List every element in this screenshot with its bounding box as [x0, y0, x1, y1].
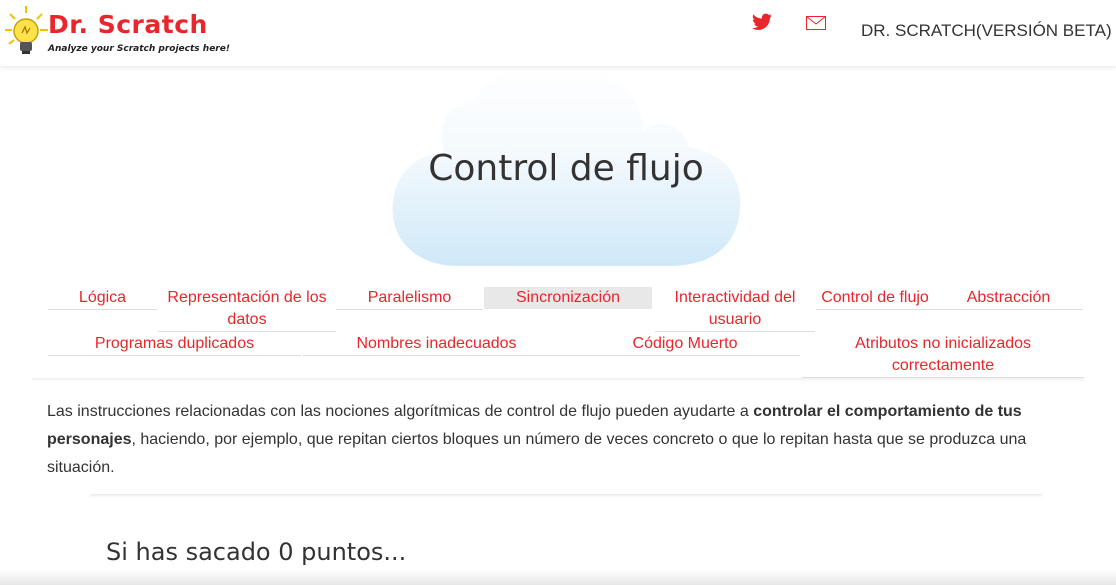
hero-title: Control de flujo: [428, 148, 704, 189]
section-divider: [90, 494, 1042, 498]
tab-abstraccion[interactable]: Abstracción: [934, 287, 1083, 310]
logo[interactable]: Dr. Scratch Analyze your Scratch project…: [4, 4, 230, 62]
tab-codigo-muerto[interactable]: Código Muerto: [570, 333, 800, 356]
twitter-icon[interactable]: [752, 13, 772, 31]
score-heading: Si has sacado 0 puntos...: [106, 538, 407, 566]
description-text: Las instrucciones relacionadas con las n…: [47, 403, 754, 420]
mail-icon[interactable]: [806, 16, 826, 30]
logo-subtitle: Analyze your Scratch projects here!: [48, 44, 230, 54]
tab-logica[interactable]: Lógica: [48, 287, 157, 310]
bottom-shadow: [0, 570, 1116, 585]
description: Las instrucciones relacionadas con las n…: [47, 398, 1087, 482]
brand-title[interactable]: DR. SCRATCH(VERSIÓN BETA): [861, 21, 1112, 41]
tab-paralelismo[interactable]: Paralelismo: [336, 287, 483, 310]
tab-programas-duplicados[interactable]: Programas duplicados: [48, 333, 301, 356]
tab-atributos[interactable]: Atributos no inicializados correctamente: [802, 333, 1084, 378]
tab-interactividad[interactable]: Interactividad del usuario: [655, 287, 815, 332]
logo-title: Dr. Scratch: [48, 10, 208, 39]
tab-sincronizacion[interactable]: Sincronización: [484, 287, 652, 309]
lightbulb-icon: [5, 6, 48, 54]
tabs-divider: [32, 378, 1084, 382]
header: Dr. Scratch Analyze your Scratch project…: [0, 0, 1116, 66]
tab-representacion[interactable]: Representación de los datos: [158, 287, 336, 332]
tab-nombres-inadecuados[interactable]: Nombres inadecuados: [303, 333, 570, 356]
tab-control-flujo[interactable]: Control de flujo: [816, 287, 934, 310]
description-text-end: , haciendo, por ejemplo, que repitan cie…: [47, 431, 1027, 476]
